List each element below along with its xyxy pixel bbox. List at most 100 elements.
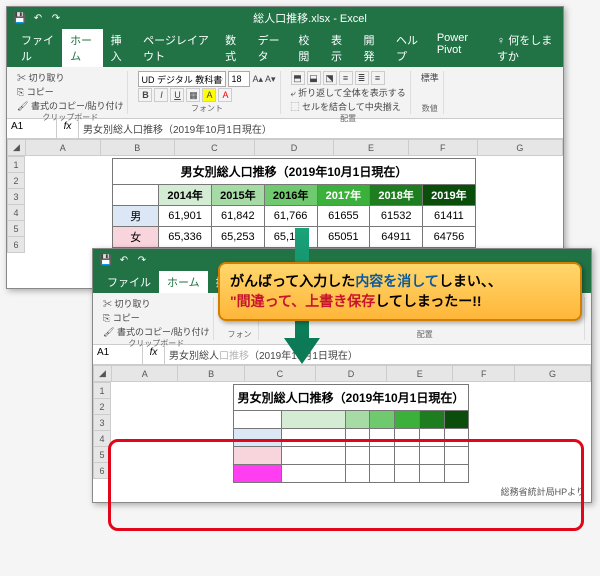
paste-format-button[interactable]: 🖌 書式のコピー/貼り付け xyxy=(103,325,209,338)
group-align: ⬒ ⬓ ⬔ ≡ ≣ ≡ ⤶ 折り返して全体を表示する ⬚ セルを結合して中央揃え… xyxy=(287,71,411,114)
col-header[interactable]: D xyxy=(254,140,334,156)
col-header[interactable]: A xyxy=(26,140,101,156)
increase-font-icon[interactable]: A▴ xyxy=(252,74,263,85)
name-box[interactable]: A1 xyxy=(7,119,57,138)
tab-review[interactable]: 校閲 xyxy=(290,29,323,67)
font-name-input[interactable] xyxy=(138,71,226,87)
empty-cell xyxy=(395,411,420,429)
select-all-cell[interactable]: ◢ xyxy=(8,140,26,156)
italic-icon[interactable]: I xyxy=(154,88,168,102)
cell: 61655 xyxy=(317,206,370,227)
group-label: フォン xyxy=(224,329,254,340)
group-label: フォント xyxy=(138,103,275,114)
align-right-icon[interactable]: ≡ xyxy=(371,71,385,85)
tab-powerpivot[interactable]: Power Pivot xyxy=(429,29,489,67)
year-header: 2017年 xyxy=(317,185,370,206)
col-header[interactable]: F xyxy=(408,140,477,156)
formula-bar[interactable]: 男女別総人口推移（2019年10月1日現在） xyxy=(79,119,563,138)
year-header: 2014年 xyxy=(159,185,212,206)
name-box[interactable]: A1 xyxy=(93,345,143,364)
highlight-rectangle xyxy=(108,439,584,531)
callout-text: してしまったー!! xyxy=(375,293,481,309)
number-format[interactable]: 標準 xyxy=(421,71,439,84)
row-header[interactable]: 5 xyxy=(8,221,25,237)
align-middle-icon[interactable]: ⬓ xyxy=(307,71,321,85)
tab-dev[interactable]: 開発 xyxy=(355,29,388,67)
undo-icon[interactable]: ↶ xyxy=(117,253,131,267)
cell: 64911 xyxy=(370,227,423,248)
row-header[interactable]: 2 xyxy=(8,173,25,189)
undo-icon[interactable]: ↶ xyxy=(31,11,45,25)
row-header[interactable]: 6 xyxy=(8,237,25,253)
callout-text: がんばって入力した xyxy=(230,273,355,289)
tab-view[interactable]: 表示 xyxy=(323,29,356,67)
cut-button[interactable]: ✂ 切り取り xyxy=(17,71,123,84)
row-header[interactable]: 4 xyxy=(8,205,25,221)
save-icon[interactable]: 💾 xyxy=(99,253,113,267)
formula-bar[interactable]: 男女別総人口推移（2019年10月1日現在） xyxy=(165,345,591,364)
underline-icon[interactable]: U xyxy=(170,88,184,102)
window-title: 総人口推移.xlsx - Excel xyxy=(63,10,557,26)
tab-file[interactable]: ファイル xyxy=(99,271,159,293)
col-header[interactable]: G xyxy=(515,366,591,382)
copy-button[interactable]: ⎘ コピー xyxy=(103,311,209,324)
fill-color-icon[interactable]: A xyxy=(202,88,216,102)
cell: 61,766 xyxy=(264,206,317,227)
cell: 64756 xyxy=(423,227,476,248)
border-icon[interactable]: ▦ xyxy=(186,88,200,102)
paste-format-button[interactable]: 🖌 書式のコピー/貼り付け xyxy=(17,99,123,112)
callout-text: 内容を消して xyxy=(355,273,439,289)
col-header[interactable]: C xyxy=(175,140,255,156)
fx-icon[interactable]: fx xyxy=(57,119,79,138)
tab-home[interactable]: ホーム xyxy=(159,271,208,293)
col-header[interactable]: E xyxy=(387,366,453,382)
col-header[interactable]: B xyxy=(178,366,244,382)
cell: 65,253 xyxy=(211,227,264,248)
copy-button[interactable]: ⎘ コピー xyxy=(17,85,123,98)
row-header[interactable]: 3 xyxy=(94,415,111,431)
decrease-font-icon[interactable]: A▾ xyxy=(265,74,276,85)
tab-data[interactable]: データ xyxy=(250,29,291,67)
redo-icon[interactable]: ↷ xyxy=(135,253,149,267)
align-bottom-icon[interactable]: ⬔ xyxy=(323,71,337,85)
callout-text: しまい、、 xyxy=(439,273,502,289)
tab-insert[interactable]: 挿入 xyxy=(103,29,136,67)
wrap-text-button[interactable]: ⤶ 折り返して全体を表示する xyxy=(291,86,406,99)
tab-formulas[interactable]: 数式 xyxy=(217,29,250,67)
tell-me[interactable]: ♀ 何をしますか xyxy=(489,29,563,67)
col-header[interactable]: D xyxy=(315,366,386,382)
tab-layout[interactable]: ページレイアウト xyxy=(135,29,217,67)
cell: 61,901 xyxy=(159,206,212,227)
row-header[interactable]: 1 xyxy=(8,157,25,173)
empty-cell xyxy=(370,411,395,429)
empty-cell xyxy=(444,411,469,429)
title-bar: 💾 ↶ ↷ 総人口推移.xlsx - Excel xyxy=(7,7,563,29)
bold-icon[interactable]: B xyxy=(138,88,152,102)
col-header[interactable]: E xyxy=(334,140,409,156)
row-header[interactable]: 2 xyxy=(94,399,111,415)
tab-home[interactable]: ホーム xyxy=(62,29,103,67)
cut-button[interactable]: ✂ 切り取り xyxy=(103,297,209,310)
tab-help[interactable]: ヘルプ xyxy=(388,29,429,67)
align-center-icon[interactable]: ≣ xyxy=(355,71,369,85)
fx-icon[interactable]: fx xyxy=(143,345,165,364)
tab-file[interactable]: ファイル xyxy=(13,29,62,67)
cell: 61,842 xyxy=(211,206,264,227)
merge-center-button[interactable]: ⬚ セルを結合して中央揃え xyxy=(291,100,406,113)
font-color-icon[interactable]: A xyxy=(218,88,232,102)
align-left-icon[interactable]: ≡ xyxy=(339,71,353,85)
cell: 61532 xyxy=(370,206,423,227)
select-all-cell[interactable]: ◢ xyxy=(94,366,112,382)
redo-icon[interactable]: ↷ xyxy=(49,11,63,25)
col-header[interactable]: B xyxy=(100,140,175,156)
align-top-icon[interactable]: ⬒ xyxy=(291,71,305,85)
col-header[interactable]: F xyxy=(453,366,515,382)
font-size-input[interactable] xyxy=(228,71,250,87)
col-header[interactable]: G xyxy=(477,140,562,156)
callout-text: "間違って、上書き保存 xyxy=(230,293,375,309)
row-header[interactable]: 1 xyxy=(94,383,111,399)
save-icon[interactable]: 💾 xyxy=(13,11,27,25)
row-header[interactable]: 3 xyxy=(8,189,25,205)
col-header[interactable]: A xyxy=(112,366,178,382)
row-label-male: 男 xyxy=(113,206,159,227)
